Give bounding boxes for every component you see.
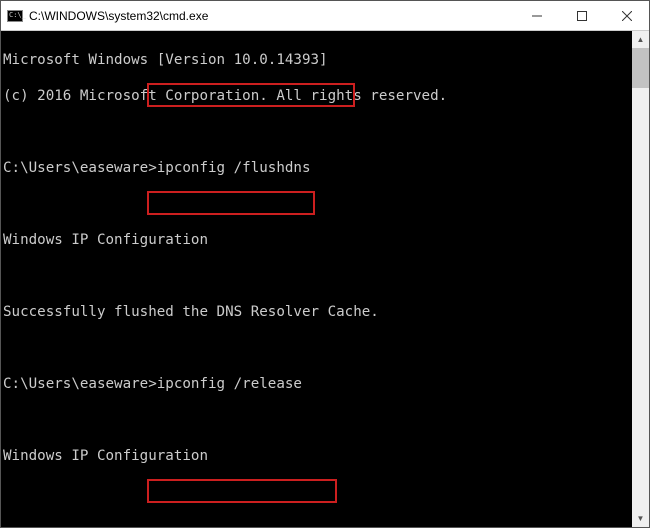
prompt-path: C:\Users\easeware> — [3, 160, 157, 176]
window-controls — [514, 1, 649, 30]
ipconfig-header: Windows IP Configuration — [3, 231, 630, 249]
flush-success: Successfully flushed the DNS Resolver Ca… — [3, 303, 630, 321]
scroll-track[interactable] — [632, 48, 649, 510]
terminal-output[interactable]: Microsoft Windows [Version 10.0.14393] (… — [1, 31, 632, 527]
cmd-icon — [7, 10, 23, 22]
minimize-button[interactable] — [514, 1, 559, 30]
prompt-line-1: C:\Users\easeware>ipconfig /flushdns — [3, 159, 630, 177]
command-text: ipconfig /release — [157, 376, 302, 392]
scroll-thumb[interactable] — [632, 48, 649, 88]
copyright-line: (c) 2016 Microsoft Corporation. All righ… — [3, 87, 630, 105]
prompt-path: C:\Users\easeware> — [3, 376, 157, 392]
window-title: C:\WINDOWS\system32\cmd.exe — [29, 9, 514, 23]
maximize-button[interactable] — [559, 1, 604, 30]
titlebar[interactable]: C:\WINDOWS\system32\cmd.exe — [1, 1, 649, 31]
version-line: Microsoft Windows [Version 10.0.14393] — [3, 51, 630, 69]
ipconfig-header: Windows IP Configuration — [3, 447, 630, 465]
close-button[interactable] — [604, 1, 649, 30]
command-text: ipconfig /flushdns — [157, 160, 311, 176]
scroll-down-arrow-icon[interactable]: ▼ — [632, 510, 649, 527]
vertical-scrollbar[interactable]: ▲ ▼ — [632, 31, 649, 527]
prompt-line-2: C:\Users\easeware>ipconfig /release — [3, 375, 630, 393]
terminal-area: Microsoft Windows [Version 10.0.14393] (… — [1, 31, 649, 527]
scroll-up-arrow-icon[interactable]: ▲ — [632, 31, 649, 48]
cmd-window: C:\WINDOWS\system32\cmd.exe Microsoft Wi… — [0, 0, 650, 528]
